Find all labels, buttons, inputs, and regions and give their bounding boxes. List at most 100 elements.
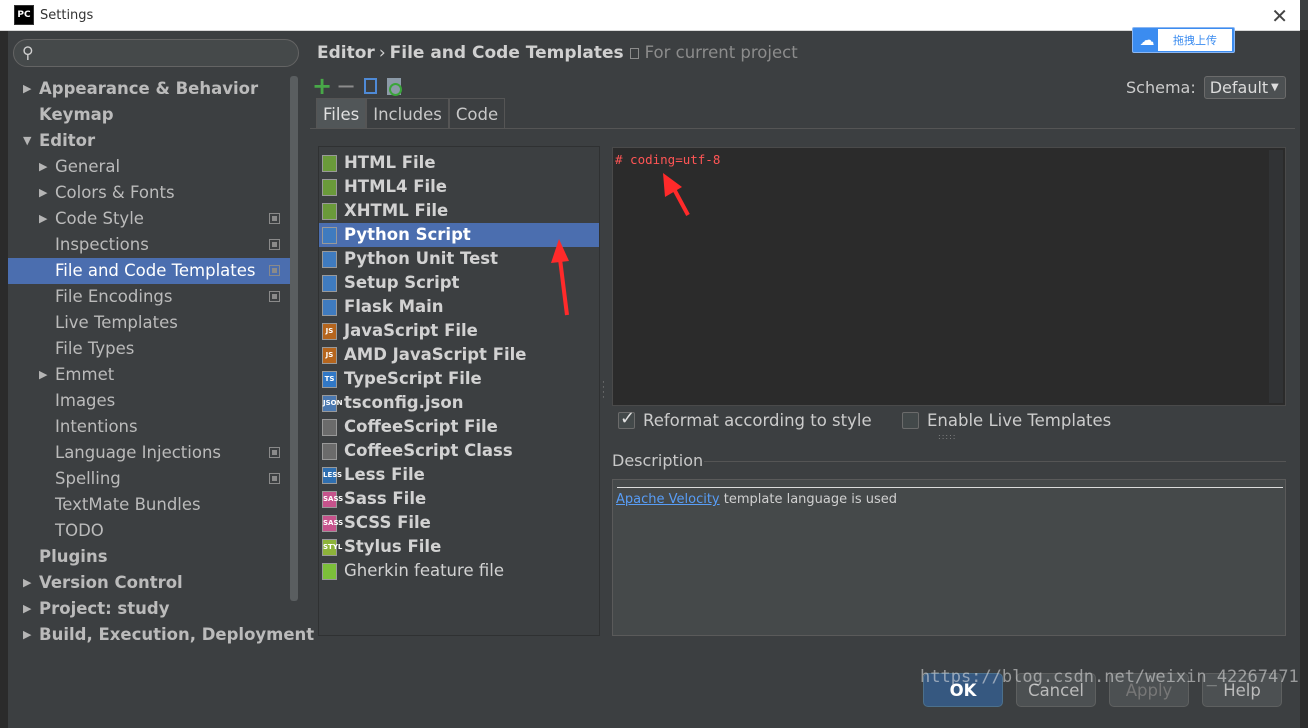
template-item-coffeescript-file[interactable]: CoffeeScript File	[319, 415, 599, 439]
sidebar-item-label: Build, Execution, Deployment	[39, 625, 315, 644]
sidebar-item-label: Spelling	[55, 469, 121, 488]
schema-value: Default	[1209, 78, 1269, 97]
sidebar-item-language-injections[interactable]: Language Injections	[8, 440, 290, 466]
template-tabs: Files Includes Code	[316, 98, 506, 129]
editor-scrollbar[interactable]	[1269, 150, 1283, 403]
sidebar-item-label: TODO	[55, 521, 104, 540]
template-item-coffeescript-class[interactable]: CoffeeScript Class	[319, 439, 599, 463]
page-title: File and Code Templates	[389, 43, 624, 63]
pycharm-app-icon: PC	[14, 5, 34, 25]
breadcrumb-editor: Editor	[317, 43, 375, 63]
sidebar-item-plugins[interactable]: Plugins	[8, 544, 290, 570]
schema-dropdown[interactable]: Default ▼	[1203, 76, 1286, 99]
sidebar-item-appearance-behavior[interactable]: ▶ Appearance & Behavior	[8, 76, 290, 102]
sidebar-item-label: File Encodings	[55, 287, 173, 306]
python-file-icon	[322, 251, 337, 268]
sidebar-item-images[interactable]: Images	[8, 388, 290, 414]
sidebar-item-keymap[interactable]: Keymap	[8, 102, 290, 128]
template-item-html-file[interactable]: HTML File	[319, 151, 599, 175]
sidebar-item-spelling[interactable]: Spelling	[8, 466, 290, 492]
baidu-upload-button[interactable]: ☁ 拖拽上传	[1132, 27, 1235, 53]
sidebar-item-label: TextMate Bundles	[55, 495, 201, 514]
template-item-html4-file[interactable]: HTML4 File	[319, 175, 599, 199]
remove-template-icon[interactable]: −	[334, 72, 358, 100]
template-item-tsconfig-json[interactable]: JSON tsconfig.json	[319, 391, 599, 415]
chevron-right-icon[interactable]: ▶	[39, 206, 47, 232]
chevron-right-icon[interactable]: ▶	[23, 76, 31, 102]
sidebar-item-todo[interactable]: TODO	[8, 518, 290, 544]
tree-scrollbar[interactable]	[290, 76, 298, 601]
search-input[interactable]	[44, 43, 284, 63]
reset-template-button[interactable]	[382, 75, 406, 97]
sidebar-item-textmate-bundles[interactable]: TextMate Bundles	[8, 492, 290, 518]
chevron-right-icon[interactable]: ▶	[39, 362, 47, 388]
sidebar-item-label: Plugins	[39, 547, 108, 566]
template-item-less-file[interactable]: LESS Less File	[319, 463, 599, 487]
template-label: SCSS File	[344, 513, 431, 532]
reformat-checkbox[interactable]	[618, 408, 635, 429]
template-item-xhtml-file[interactable]: XHTML File	[319, 199, 599, 223]
template-item-stylus-file[interactable]: STYL Stylus File	[319, 535, 599, 559]
live-templates-checkbox[interactable]	[902, 412, 919, 429]
template-item-amd-javascript-file[interactable]: JS AMD JavaScript File	[319, 343, 599, 367]
sidebar-item-label: Appearance & Behavior	[39, 79, 259, 98]
template-item-gherkin-feature-file[interactable]: Gherkin feature file	[319, 559, 599, 583]
sidebar-item-build-execution-deployment[interactable]: ▶ Build, Execution, Deployment	[8, 622, 314, 648]
template-label: tsconfig.json	[344, 393, 464, 412]
live-templates-option[interactable]: Enable Live Templates	[902, 411, 1111, 430]
python-file-icon	[322, 275, 337, 292]
javascript-file-icon: JS	[322, 323, 337, 340]
description-title: Description	[612, 451, 704, 470]
description-text: Apache Velocity template language is use…	[616, 492, 897, 507]
template-label: Gherkin feature file	[344, 561, 504, 580]
tab-files[interactable]: Files	[316, 98, 367, 129]
sidebar-item-live-templates[interactable]: Live Templates	[8, 310, 290, 336]
tab-includes[interactable]: Includes	[366, 98, 449, 129]
sidebar-item-file-types[interactable]: File Types	[8, 336, 290, 362]
copy-template-button[interactable]	[358, 75, 382, 97]
sidebar-item-intentions[interactable]: Intentions	[8, 414, 290, 440]
template-label: CoffeeScript Class	[344, 441, 513, 460]
sidebar-item-project-study[interactable]: ▶ Project: study	[8, 596, 290, 622]
template-item-typescript-file[interactable]: TS TypeScript File	[319, 367, 599, 391]
chevron-right-icon[interactable]: ▶	[23, 596, 31, 622]
schema-label: Schema:	[1126, 78, 1196, 97]
sidebar-item-file-encodings[interactable]: File Encodings	[8, 284, 290, 310]
template-item-scss-file[interactable]: SASS SCSS File	[319, 511, 599, 535]
reformat-option[interactable]: Reformat according to style	[618, 408, 872, 430]
chevron-right-icon[interactable]: ▶	[39, 180, 47, 206]
sidebar-item-colors-fonts[interactable]: ▶ Colors & Fonts	[8, 180, 290, 206]
reset-icon	[387, 77, 402, 96]
add-template-icon[interactable]: +	[310, 72, 334, 100]
sidebar-item-version-control[interactable]: ▶ Version Control	[8, 570, 290, 596]
sidebar-item-emmet[interactable]: ▶ Emmet	[8, 362, 290, 388]
stylus-file-icon: STYL	[322, 539, 342, 556]
sidebar-item-general[interactable]: ▶ General	[8, 154, 290, 180]
search-icon: ⚲	[22, 43, 34, 62]
chevron-right-icon[interactable]: ▶	[39, 154, 47, 180]
template-item-javascript-file[interactable]: JS JavaScript File	[319, 319, 599, 343]
chevron-right-icon[interactable]: ▶	[23, 570, 31, 596]
template-item-sass-file[interactable]: SASS Sass File	[319, 487, 599, 511]
apache-velocity-link[interactable]: Apache Velocity	[616, 492, 720, 507]
sidebar-item-file-and-code-templates[interactable]: File and Code Templates	[8, 258, 290, 284]
sidebar-item-label: File and Code Templates	[55, 261, 256, 280]
chevron-down-icon[interactable]: ▼	[23, 128, 31, 154]
resize-handle[interactable]: :::::	[938, 432, 956, 441]
template-label: Sass File	[344, 489, 427, 508]
chevron-right-icon[interactable]: ▶	[23, 622, 31, 648]
tab-code[interactable]: Code	[448, 98, 506, 129]
settings-search[interactable]: ⚲	[13, 39, 299, 67]
template-label: Stylus File	[344, 537, 442, 556]
sidebar-item-code-style[interactable]: ▶ Code Style	[8, 206, 290, 232]
sidebar-item-editor[interactable]: ▼ Editor	[8, 128, 290, 154]
template-code[interactable]: # coding=utf-8	[615, 152, 720, 167]
template-editor[interactable]: # coding=utf-8	[612, 147, 1286, 406]
splitter-handle[interactable]: · · · ·	[602, 379, 605, 403]
template-label: Setup Script	[344, 273, 460, 292]
template-label: Flask Main	[344, 297, 444, 316]
scope-label: For current project	[644, 43, 798, 62]
sidebar-item-inspections[interactable]: Inspections	[8, 232, 290, 258]
xhtml-file-icon	[322, 203, 337, 220]
close-icon[interactable]: ✕	[1271, 4, 1288, 28]
